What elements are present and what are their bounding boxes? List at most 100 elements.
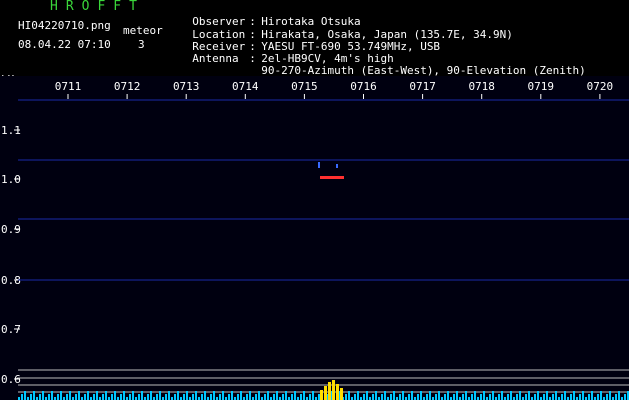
noise-bar bbox=[519, 391, 521, 400]
noise-bar bbox=[609, 391, 611, 400]
meteor-count: 3 bbox=[138, 38, 145, 51]
noise-bar bbox=[93, 394, 95, 400]
noise-bar bbox=[624, 394, 626, 400]
noise-bar bbox=[201, 394, 203, 400]
noise-bar bbox=[30, 394, 32, 400]
noise-bar bbox=[498, 394, 500, 400]
noise-bar bbox=[42, 391, 44, 400]
noise-bar bbox=[591, 391, 593, 400]
noise-bar bbox=[51, 391, 53, 400]
noise-bar bbox=[33, 391, 35, 400]
info-row-antenna-direction: 90-270-Azimuth (East-West), 90-Elevation… bbox=[179, 53, 586, 77]
noise-bar bbox=[318, 394, 320, 400]
noise-bar bbox=[147, 394, 149, 400]
time-tick-label: 0711 bbox=[55, 80, 82, 93]
noise-bar bbox=[390, 394, 392, 400]
noise-bar bbox=[471, 394, 473, 400]
noise-bar bbox=[246, 394, 248, 400]
signal-bar bbox=[340, 388, 343, 400]
noise-bar bbox=[534, 394, 536, 400]
noise-bar bbox=[588, 394, 590, 400]
noise-bar bbox=[66, 394, 68, 400]
app-title: HROFFT bbox=[50, 0, 145, 14]
noise-bar bbox=[312, 391, 314, 400]
signal-bar bbox=[328, 382, 331, 400]
noise-bar bbox=[21, 394, 23, 400]
noise-bar bbox=[102, 394, 104, 400]
noise-bar bbox=[417, 394, 419, 400]
noise-bar bbox=[408, 394, 410, 400]
echo-trace bbox=[318, 162, 320, 168]
noise-bar bbox=[69, 391, 71, 400]
noise-bar bbox=[525, 394, 527, 400]
noise-bar bbox=[561, 394, 563, 400]
noise-bar bbox=[96, 391, 98, 400]
signal-bar bbox=[336, 384, 339, 400]
noise-bar bbox=[516, 394, 518, 400]
noise-bar bbox=[60, 391, 62, 400]
noise-bar bbox=[165, 394, 167, 400]
time-tick-label: 0712 bbox=[114, 80, 141, 93]
noise-bar bbox=[579, 394, 581, 400]
noise-bar bbox=[357, 391, 359, 400]
noise-bar bbox=[192, 394, 194, 400]
noise-bar bbox=[465, 391, 467, 400]
noise-bar bbox=[348, 391, 350, 400]
echo-trace bbox=[336, 164, 338, 168]
noise-bar bbox=[129, 394, 131, 400]
noise-bar bbox=[354, 394, 356, 400]
noise-bar bbox=[372, 394, 374, 400]
time-tick-label: 0718 bbox=[468, 80, 495, 93]
noise-bar bbox=[111, 394, 113, 400]
noise-bar bbox=[402, 391, 404, 400]
noise-bar bbox=[222, 391, 224, 400]
time-tick-label: 0713 bbox=[173, 80, 200, 93]
noise-bar bbox=[57, 394, 59, 400]
signal-bar bbox=[324, 386, 327, 400]
noise-bar bbox=[429, 391, 431, 400]
noise-bar bbox=[240, 391, 242, 400]
plot-background bbox=[0, 76, 629, 400]
noise-bar bbox=[75, 394, 77, 400]
noise-bar bbox=[375, 391, 377, 400]
noise-bar bbox=[573, 391, 575, 400]
noise-bar bbox=[132, 391, 134, 400]
noise-bar bbox=[156, 394, 158, 400]
noise-bar bbox=[114, 391, 116, 400]
noise-bar bbox=[237, 394, 239, 400]
noise-bar bbox=[366, 391, 368, 400]
noise-bar bbox=[420, 391, 422, 400]
noise-bar bbox=[273, 394, 275, 400]
time-tick-label: 0716 bbox=[350, 80, 377, 93]
noise-bar bbox=[384, 391, 386, 400]
noise-bar bbox=[177, 391, 179, 400]
echo-trace bbox=[320, 176, 344, 179]
noise-bar bbox=[309, 394, 311, 400]
noise-bar bbox=[537, 391, 539, 400]
noise-bar bbox=[303, 391, 305, 400]
noise-bar bbox=[483, 391, 485, 400]
noise-bar bbox=[393, 391, 395, 400]
noise-bar bbox=[606, 394, 608, 400]
noise-bar bbox=[615, 394, 617, 400]
noise-bar bbox=[300, 394, 302, 400]
noise-bar bbox=[87, 391, 89, 400]
noise-bar bbox=[480, 394, 482, 400]
signal-bar bbox=[320, 390, 323, 400]
noise-bar bbox=[285, 391, 287, 400]
noise-bar bbox=[186, 391, 188, 400]
noise-bar bbox=[399, 394, 401, 400]
mode-label: meteor bbox=[123, 24, 163, 37]
noise-bar bbox=[510, 391, 512, 400]
noise-bar bbox=[210, 394, 212, 400]
noise-bar bbox=[105, 391, 107, 400]
noise-bar bbox=[231, 391, 233, 400]
noise-bar bbox=[84, 394, 86, 400]
noise-bar bbox=[447, 391, 449, 400]
time-tick-label: 0719 bbox=[528, 80, 555, 93]
signal-bar bbox=[332, 380, 335, 400]
noise-bar bbox=[426, 394, 428, 400]
noise-bar bbox=[294, 391, 296, 400]
spectrogram-plot: 0711 0712 0713 0714 0715 0716 0717 0718 0719 0720… bbox=[0, 76, 629, 400]
time-tick-label: 0717 bbox=[409, 80, 436, 93]
